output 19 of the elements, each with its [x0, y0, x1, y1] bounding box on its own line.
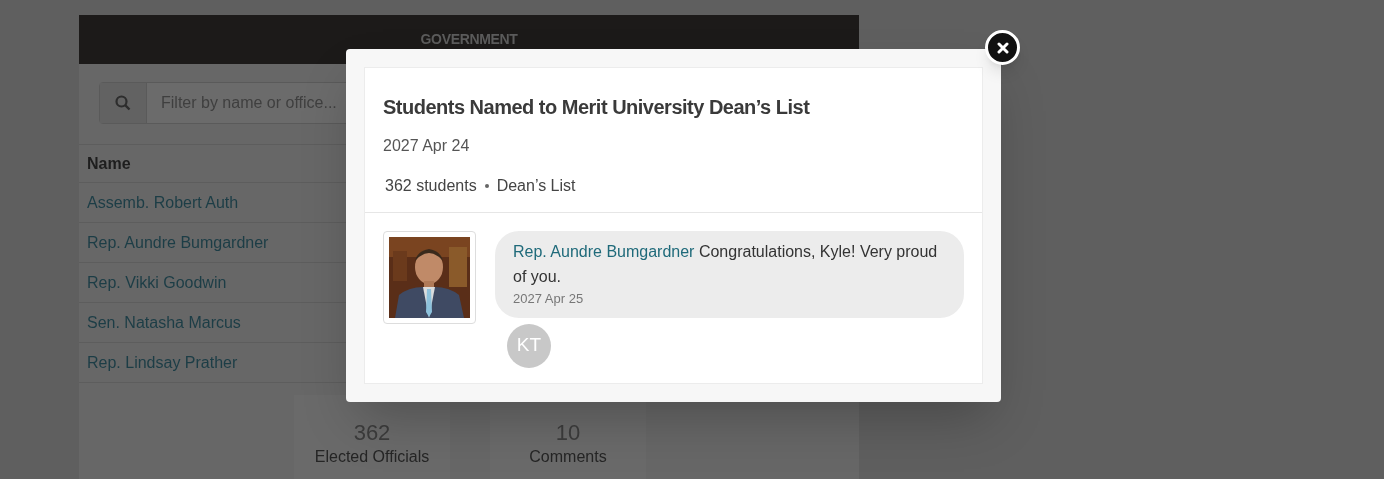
post-meta: 362 students: [385, 176, 477, 196]
stat-label: Comments: [529, 447, 607, 467]
search-icon: [115, 94, 131, 111]
close-icon: [996, 41, 1009, 54]
header-title: GOVERNMENT: [420, 29, 518, 49]
close-button[interactable]: [985, 30, 1020, 65]
post-meta: Dean’s List: [496, 176, 576, 196]
dot-separator-icon: [484, 184, 489, 188]
post-date: 2027 Apr 24: [383, 136, 471, 156]
author-link[interactable]: Rep. Aundre Bumgardner: [513, 243, 695, 260]
official-link[interactable]: Assemb. Robert Auth: [87, 190, 239, 215]
official-link[interactable]: Rep. Aundre Bumgardner: [87, 230, 269, 255]
official-link[interactable]: Rep. Lindsay Prather: [87, 350, 238, 375]
comment-text: Rep. Aundre Bumgardner Congratulations, Kyle! Very proud of you.: [513, 242, 939, 287]
official-link[interactable]: Sen. Natasha Marcus: [87, 310, 241, 335]
official-link[interactable]: Rep. Vikki Goodwin: [87, 270, 227, 295]
stat-label: Elected Officials: [314, 447, 430, 467]
comment-date: 2027 Apr 25: [513, 290, 585, 308]
column-header: Name: [87, 153, 131, 174]
